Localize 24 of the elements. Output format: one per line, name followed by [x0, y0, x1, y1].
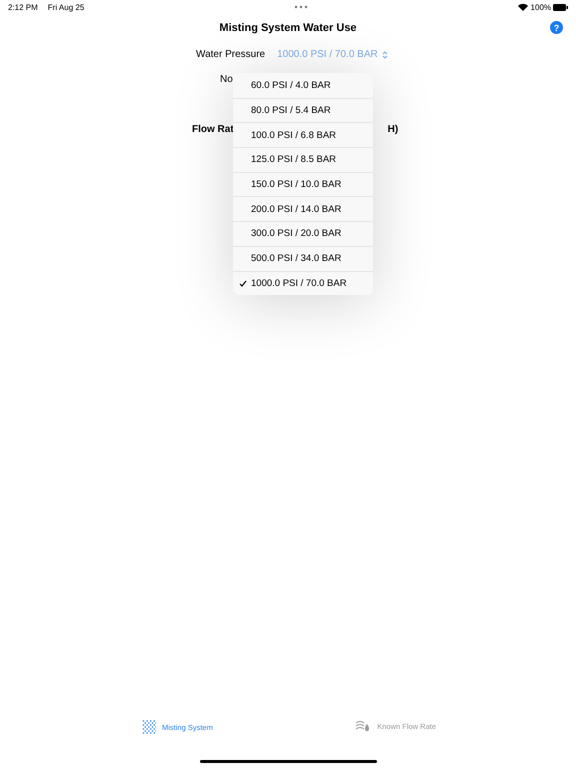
menu-item[interactable]: 100.0 PSI / 6.8 BAR [233, 122, 373, 148]
status-time: 2:12 PM [8, 2, 38, 12]
result-label: Flow Rat [192, 124, 234, 135]
mist-dots-icon [142, 720, 156, 734]
multitask-dots-icon[interactable] [294, 5, 308, 9]
window-title: Misting System Water Use [219, 22, 357, 34]
menu-item[interactable]: 1000.0 PSI / 70.0 BAR [233, 270, 373, 296]
menu-item[interactable]: 80.0 PSI / 5.4 BAR [233, 98, 373, 122]
battery-percent: 100% [530, 2, 552, 12]
menu-item[interactable]: 60.0 PSI / 4.0 BAR [233, 73, 373, 98]
field-label: No [220, 74, 233, 85]
help-button[interactable]: ? [550, 21, 563, 34]
field-label: Water Pressure [196, 49, 266, 60]
menu-item[interactable]: 150.0 PSI / 10.0 BAR [233, 172, 373, 196]
status-date: Fri Aug 25 [48, 2, 84, 12]
chevron-updown-icon [382, 50, 388, 58]
menu-item[interactable]: 300.0 PSI / 20.0 BAR [233, 221, 373, 246]
menu-item[interactable]: 125.0 PSI / 8.5 BAR [233, 147, 373, 172]
flow-drop-icon [355, 720, 372, 732]
battery-icon [553, 4, 568, 10]
wifi-icon [518, 3, 528, 11]
result-value: H) [388, 124, 398, 135]
menu-item[interactable]: 200.0 PSI / 14.0 BAR [233, 196, 373, 222]
menu-item[interactable]: 500.0 PSI / 34.0 BAR [233, 246, 373, 270]
